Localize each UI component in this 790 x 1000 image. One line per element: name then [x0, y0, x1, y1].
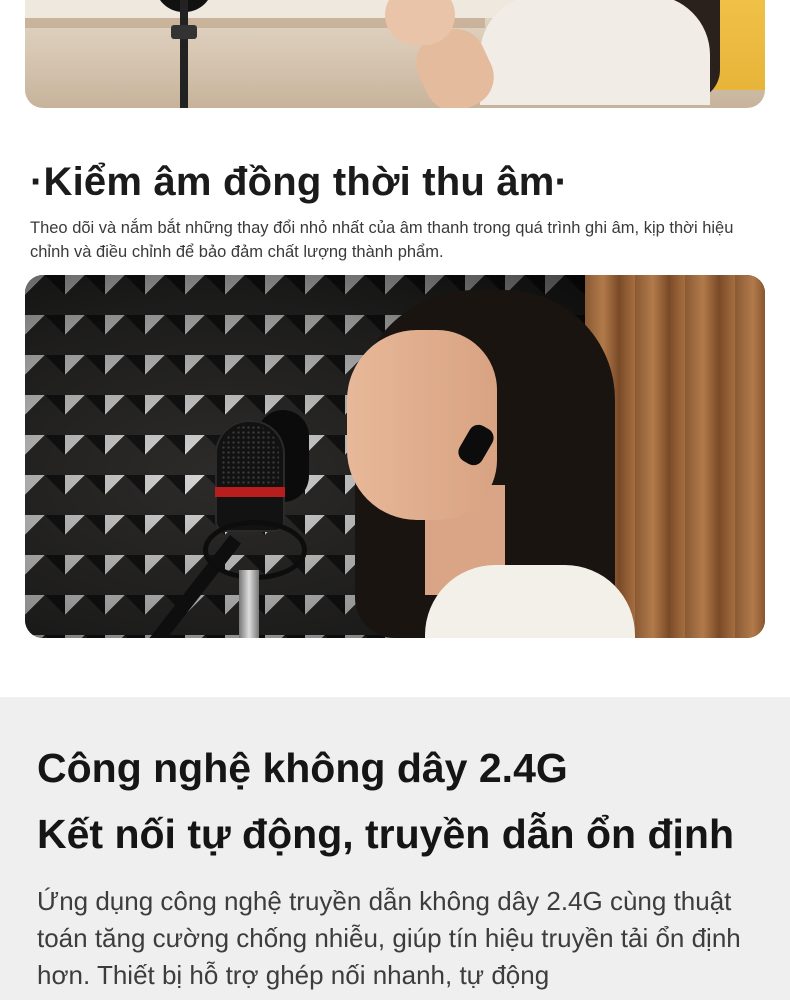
- monitor-section-title: ·Kiểm âm đồng thời thu âm·: [30, 160, 569, 204]
- wireless-title-line1: Công nghệ không dây 2.4G: [37, 745, 568, 791]
- stand-clamp: [171, 25, 197, 39]
- studio-recording-photo: [25, 275, 765, 638]
- wireless-body-text: Ứng dụng công nghệ truyền dẫn không dây …: [37, 886, 741, 990]
- wireless-section: Công nghệ không dây 2.4G Kết nối tự động…: [0, 697, 790, 1000]
- wireless-title-line2: Kết nối tự động, truyền dẫn ổn định: [37, 811, 734, 857]
- woman-with-ring-light-photo: [25, 0, 765, 108]
- mic-grill: [221, 425, 279, 485]
- mic-accent-band: [215, 487, 285, 497]
- white-blouse: [480, 0, 710, 105]
- light-stand: [180, 0, 188, 108]
- xlr-connector: [239, 570, 259, 638]
- woman-shirt: [425, 565, 635, 638]
- monitor-section-description: Theo dõi và nắm bắt những thay đổi nhỏ n…: [30, 219, 734, 261]
